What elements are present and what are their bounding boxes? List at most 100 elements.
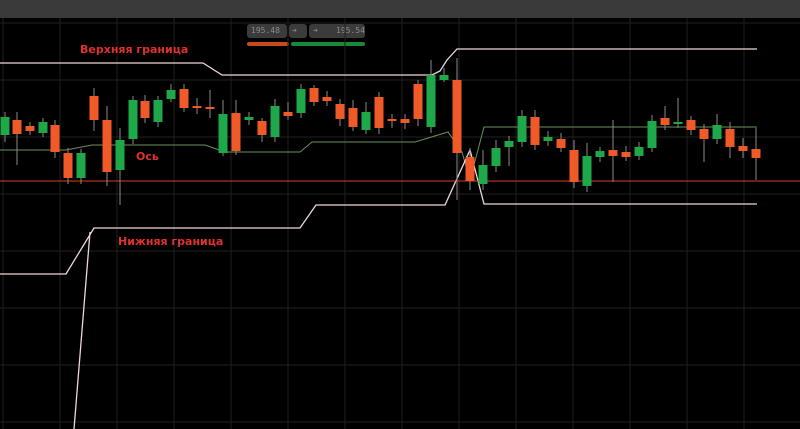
candle xyxy=(569,140,579,188)
candle-body xyxy=(738,146,748,151)
candle-body xyxy=(218,114,228,153)
candle-body xyxy=(699,129,709,139)
candle-body xyxy=(63,153,73,178)
candle xyxy=(621,146,631,161)
candle xyxy=(686,116,696,135)
candle-body xyxy=(374,97,384,128)
candle xyxy=(517,110,527,147)
candle-body xyxy=(647,121,657,148)
candle-body xyxy=(89,96,99,120)
candle-body xyxy=(0,117,10,135)
candle-body xyxy=(348,108,358,127)
candle-body xyxy=(504,141,514,147)
candle-body xyxy=(517,116,527,142)
candle-body xyxy=(595,151,605,157)
candle xyxy=(647,115,657,152)
candle-body xyxy=(452,80,462,153)
candle xyxy=(608,120,618,182)
candle xyxy=(530,110,540,150)
candle-body xyxy=(426,75,436,127)
candle xyxy=(283,102,293,120)
candle xyxy=(50,120,60,158)
candle-body xyxy=(712,125,722,139)
candle xyxy=(751,128,761,180)
candle xyxy=(218,100,228,156)
candle-body xyxy=(140,101,150,118)
pivot-label: Ось xyxy=(136,150,159,163)
candle xyxy=(673,98,683,128)
candle-body xyxy=(296,89,306,113)
candle xyxy=(12,112,22,165)
chart-grid xyxy=(0,18,800,429)
candle xyxy=(478,150,488,190)
candle xyxy=(231,100,241,155)
candle-body xyxy=(128,100,138,139)
candle xyxy=(63,148,73,184)
candle-body xyxy=(439,75,449,80)
candle-body xyxy=(569,150,579,182)
candle xyxy=(465,148,475,190)
candle-body xyxy=(673,122,683,124)
candle xyxy=(257,118,267,142)
candle-body xyxy=(115,140,125,170)
candle xyxy=(244,112,254,125)
candle xyxy=(660,106,670,130)
candle-body xyxy=(25,126,35,131)
candle-body xyxy=(205,107,215,109)
candle xyxy=(374,92,384,134)
candle-body xyxy=(361,112,371,130)
candle-body xyxy=(76,153,86,178)
candle xyxy=(205,90,215,118)
candle-body xyxy=(335,104,345,119)
candle xyxy=(89,88,99,131)
candle-body xyxy=(257,121,267,135)
candle xyxy=(387,114,397,128)
candle-body xyxy=(387,119,397,121)
candle xyxy=(452,58,462,200)
candle xyxy=(322,91,332,106)
candle-body xyxy=(309,88,319,102)
candle xyxy=(348,100,358,131)
candle xyxy=(634,142,644,160)
candle-body xyxy=(322,97,332,101)
candle xyxy=(309,85,319,106)
candle xyxy=(712,114,722,144)
upper-band-label: Верхняя граница xyxy=(80,43,189,56)
candle-body xyxy=(153,100,163,122)
candle xyxy=(491,140,501,172)
candle-body xyxy=(478,165,488,184)
candle-body xyxy=(179,89,189,108)
candle-body xyxy=(608,150,618,156)
candle-body xyxy=(166,90,176,99)
candle xyxy=(76,149,86,184)
candle-body xyxy=(621,152,631,157)
candle xyxy=(504,136,514,166)
candle xyxy=(361,102,371,134)
candle xyxy=(738,138,748,158)
candle xyxy=(426,60,436,133)
candle-body xyxy=(283,112,293,116)
candle-body xyxy=(465,157,475,181)
candle xyxy=(179,84,189,112)
candle-body xyxy=(231,113,241,151)
candle xyxy=(296,84,306,118)
candle xyxy=(582,143,592,192)
candle-body xyxy=(634,147,644,156)
candlestick-chart[interactable] xyxy=(0,0,800,429)
candle xyxy=(153,96,163,127)
candle xyxy=(128,96,138,144)
candle-body xyxy=(400,119,410,123)
candle-body xyxy=(50,125,60,152)
candle-body xyxy=(543,137,553,141)
candle xyxy=(595,147,605,162)
candle-body xyxy=(491,148,501,166)
candle xyxy=(699,124,709,162)
candle-body xyxy=(556,139,566,148)
lower-band-label: Нижняя граница xyxy=(118,235,224,248)
candle-body xyxy=(725,129,735,147)
candle-body xyxy=(244,117,254,120)
candle-body xyxy=(192,106,202,108)
candle xyxy=(192,98,202,114)
candle xyxy=(270,99,280,142)
lower-band-line xyxy=(0,148,757,275)
